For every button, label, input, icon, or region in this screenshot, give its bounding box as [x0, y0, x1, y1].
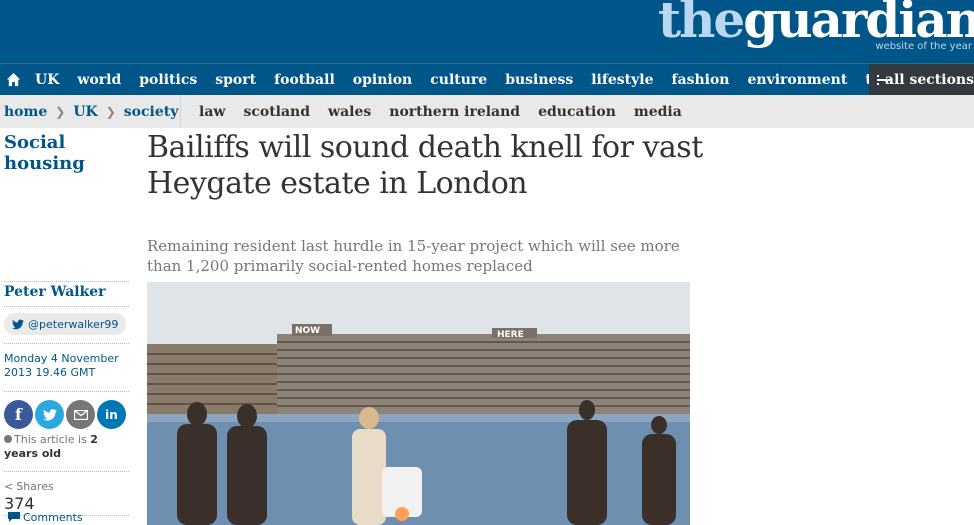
chevron-right-icon: ❯ [55, 104, 66, 119]
share-linkedin-button[interactable]: in [97, 400, 126, 429]
all-sections-label: all sections [884, 71, 974, 88]
subnav-item-wales[interactable]: wales [319, 104, 380, 120]
clock-icon [4, 435, 12, 443]
twitter-icon [42, 408, 57, 421]
nav-item-opinion[interactable]: opinion [344, 72, 421, 88]
author-byline[interactable]: Peter Walker [4, 284, 106, 300]
main-nav: UK world politics sport football opinion… [0, 63, 974, 95]
share-twitter-button[interactable] [35, 400, 64, 429]
photo-sign-here: HERE [497, 330, 524, 340]
subnav-item-media[interactable]: media [625, 104, 691, 120]
article-main-image[interactable]: NOW HERE [147, 282, 690, 525]
twitter-handle: @peterwalker99 [28, 317, 119, 331]
divider [4, 391, 129, 392]
subnav-list: law scotland wales northern ireland educ… [190, 95, 691, 128]
nav-item-environment[interactable]: environment [739, 72, 857, 88]
section-kicker[interactable]: Social housing [4, 132, 124, 174]
nav-item-culture[interactable]: culture [421, 72, 496, 88]
chevron-right-icon: ❯ [105, 104, 116, 119]
home-icon [6, 72, 20, 87]
nav-item-lifestyle[interactable]: lifestyle [582, 72, 662, 88]
menu-icon [877, 74, 891, 85]
divider [4, 343, 129, 344]
nav-list: UK world politics sport football opinion… [26, 64, 972, 95]
comments-link[interactable]: Comments [8, 511, 83, 524]
article-age-notice: This article is 2 years old [4, 433, 134, 461]
facebook-icon: f [15, 405, 22, 424]
subnav-item-education[interactable]: education [529, 104, 625, 120]
article-age-prefix: This article is [14, 433, 91, 446]
linkedin-icon: in [105, 407, 118, 422]
subnav-item-scotland[interactable]: scotland [234, 104, 319, 120]
divider [4, 281, 129, 282]
sub-nav: home ❯ UK ❯ society law scotland wales n… [0, 95, 974, 128]
subnav-item-law[interactable]: law [190, 104, 234, 120]
nav-item-world[interactable]: world [68, 72, 130, 88]
divider [4, 306, 129, 307]
breadcrumb-uk[interactable]: UK [73, 104, 97, 120]
nav-item-fashion[interactable]: fashion [663, 72, 739, 88]
twitter-bird-icon [12, 319, 24, 329]
nav-item-business[interactable]: business [496, 72, 582, 88]
photo-sign-now: NOW [295, 326, 320, 336]
tagline: website of the year [875, 41, 972, 52]
heygate-estate-photo: NOW HERE [147, 282, 690, 525]
nav-item-politics[interactable]: politics [130, 72, 206, 88]
subnav-item-northern-ireland[interactable]: northern ireland [380, 104, 529, 120]
shares-label: < Shares [4, 480, 54, 493]
share-email-button[interactable] [66, 400, 95, 429]
email-icon [73, 409, 88, 420]
nav-home-button[interactable] [0, 64, 26, 95]
nav-item-sport[interactable]: sport [206, 72, 265, 88]
comments-label: Comments [23, 511, 83, 524]
comment-icon [8, 512, 20, 522]
twitter-follow-button[interactable]: @peterwalker99 [4, 313, 127, 335]
nav-item-football[interactable]: football [265, 72, 344, 88]
article-standfirst: Remaining resident last hurdle in 15-yea… [147, 237, 680, 275]
breadcrumb-home[interactable]: home [4, 104, 47, 120]
article-headline: Bailiffs will sound death knell for vast… [147, 130, 703, 201]
breadcrumb: home ❯ UK ❯ society [0, 95, 181, 128]
divider [4, 471, 129, 472]
breadcrumb-society[interactable]: society [124, 104, 179, 120]
publish-date: Monday 4 November 2013 19.46 GMT [4, 352, 119, 379]
all-sections-button[interactable]: all sections [869, 64, 974, 95]
share-facebook-button[interactable]: f [4, 400, 33, 429]
nav-item-uk[interactable]: UK [26, 72, 68, 88]
masthead: theguardian website of the year [0, 0, 974, 63]
share-icon: < [4, 480, 14, 493]
